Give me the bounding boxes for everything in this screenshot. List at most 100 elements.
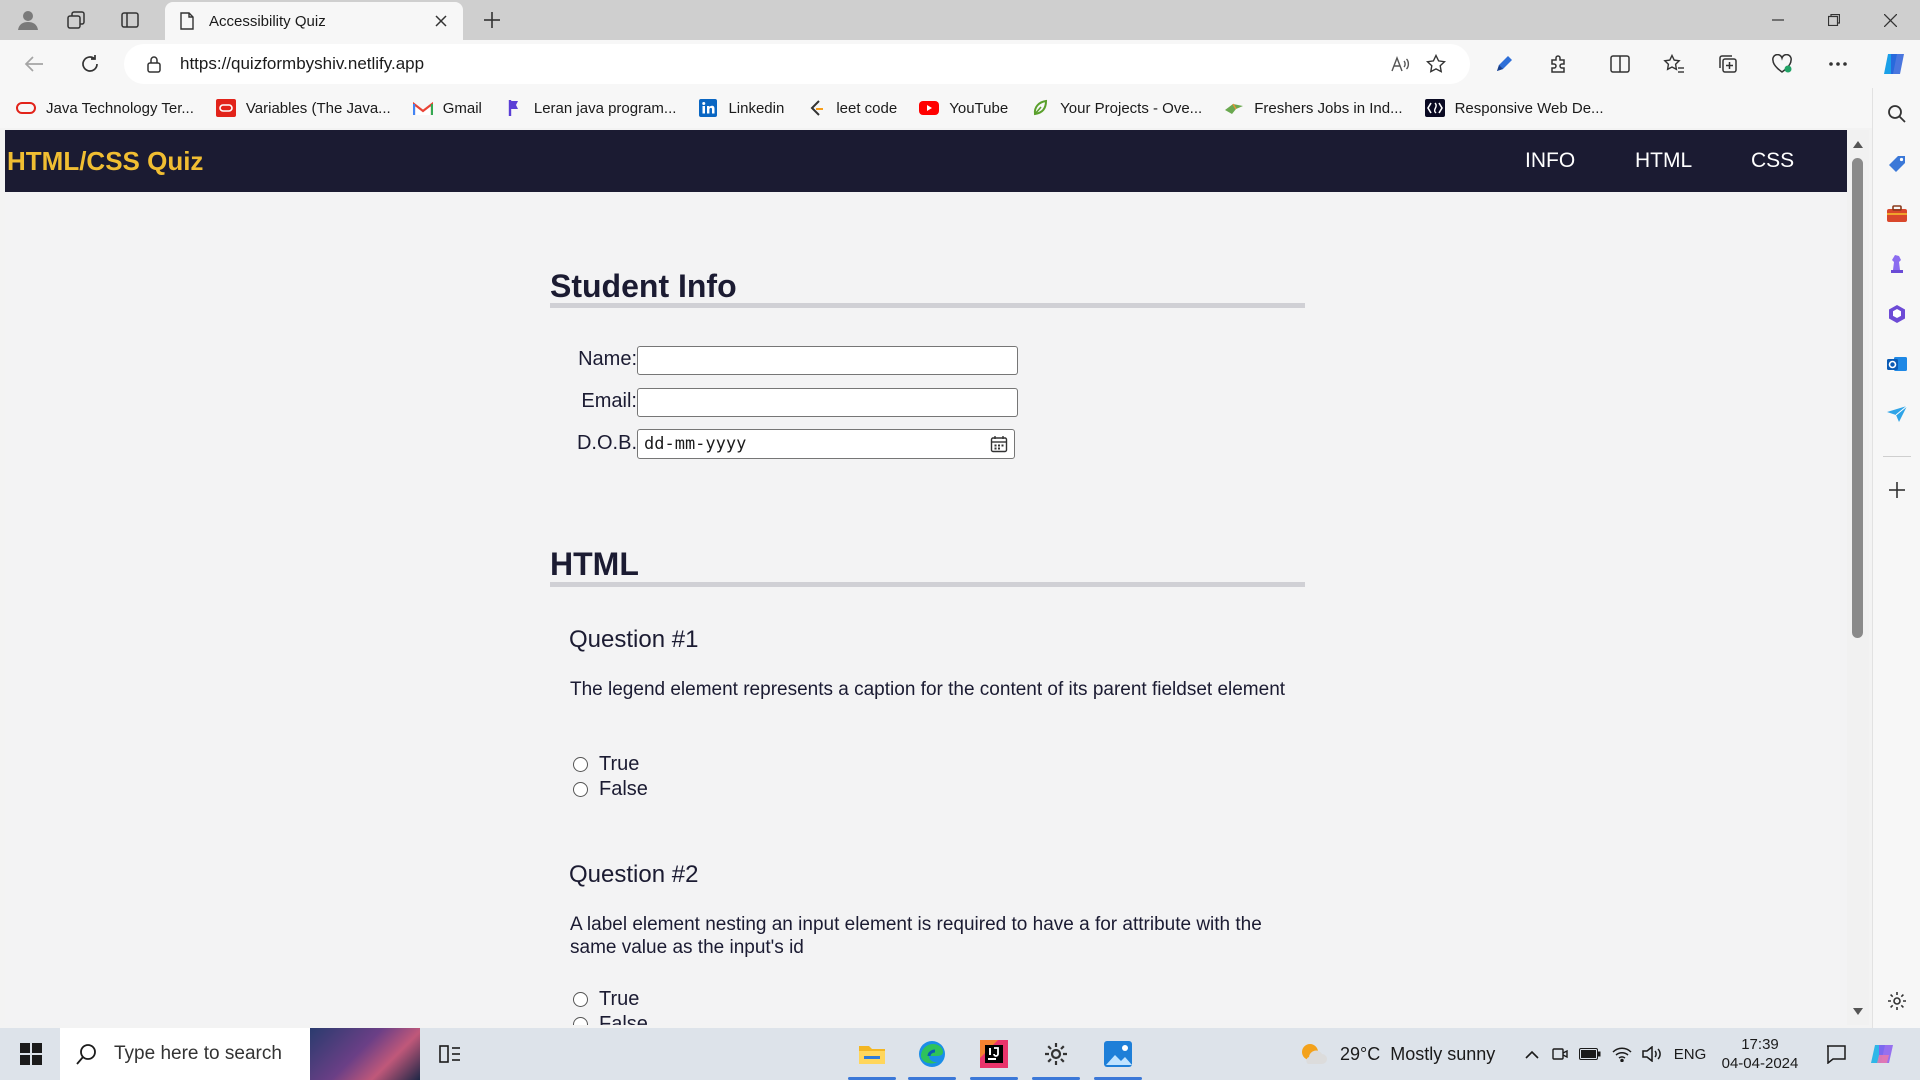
- minimize-icon[interactable]: [1750, 0, 1806, 40]
- radio-button[interactable]: [573, 992, 588, 1007]
- leaf-icon: [1030, 98, 1050, 118]
- browser-essentials-icon[interactable]: [1764, 48, 1800, 80]
- task-view-icon[interactable]: [428, 1028, 472, 1080]
- calendar-icon[interactable]: [990, 435, 1008, 453]
- nav-link-info[interactable]: INFO: [1525, 149, 1575, 173]
- copilot-taskbar-icon[interactable]: [1862, 1028, 1902, 1080]
- close-tab-icon[interactable]: [429, 9, 453, 33]
- q1-option-false[interactable]: False: [573, 778, 648, 801]
- photos-app-icon[interactable]: [1090, 1028, 1146, 1080]
- bookmark-label: Your Projects - Ove...: [1060, 99, 1203, 117]
- scroll-up-icon[interactable]: [1852, 138, 1864, 150]
- bird-icon: [1224, 98, 1244, 118]
- email-input[interactable]: [637, 388, 1018, 417]
- lock-icon[interactable]: [146, 55, 162, 73]
- bookmark-item[interactable]: Variables (The Java...: [215, 98, 391, 118]
- bookmark-label: Freshers Jobs in Ind...: [1254, 99, 1403, 117]
- refresh-icon[interactable]: [72, 48, 108, 80]
- bookmark-item[interactable]: Your Projects - Ove...: [1030, 98, 1202, 118]
- read-aloud-icon[interactable]: [1382, 48, 1418, 80]
- notifications-icon[interactable]: [1816, 1028, 1856, 1080]
- bookmark-label: Variables (The Java...: [245, 99, 391, 117]
- q2-option-false[interactable]: False: [573, 1013, 648, 1025]
- workspaces-icon[interactable]: [56, 4, 96, 36]
- q2-option-true[interactable]: True: [573, 988, 639, 1011]
- bookmark-item[interactable]: Java Technology Ter...: [16, 98, 194, 118]
- meet-now-icon[interactable]: [1548, 1028, 1572, 1080]
- pen-extension-icon[interactable]: [1486, 48, 1522, 80]
- copilot-icon[interactable]: [1876, 48, 1912, 80]
- windows-start-icon[interactable]: [10, 1028, 52, 1080]
- vertical-tabs-icon[interactable]: [110, 4, 150, 36]
- volume-icon[interactable]: [1638, 1028, 1666, 1080]
- split-screen-icon[interactable]: [1602, 48, 1638, 80]
- search-icon: [76, 1044, 96, 1065]
- scroll-down-icon[interactable]: [1852, 1005, 1864, 1017]
- clock[interactable]: 17:39 04-04-2024: [1710, 1028, 1810, 1080]
- gmail-icon: [412, 98, 433, 118]
- sun-cloud-icon: [1302, 1044, 1327, 1064]
- url-text[interactable]: https://quizformbyshiv.netlify.app: [180, 54, 1382, 74]
- email-label: Email:: [581, 390, 637, 412]
- settings-gear-icon[interactable]: [1028, 1028, 1084, 1080]
- more-options-icon[interactable]: [1820, 48, 1856, 80]
- favorites-icon[interactable]: [1656, 48, 1692, 80]
- radio-button[interactable]: [573, 757, 588, 772]
- language-indicator[interactable]: ENG: [1670, 1028, 1710, 1080]
- battery-icon[interactable]: [1576, 1028, 1604, 1080]
- bookmark-item[interactable]: Leran java program...: [504, 98, 676, 118]
- wifi-icon[interactable]: [1608, 1028, 1636, 1080]
- edge-browser-icon[interactable]: [904, 1028, 960, 1080]
- favorite-star-icon[interactable]: [1418, 48, 1454, 80]
- bookmark-label: Responsive Web De...: [1454, 99, 1604, 117]
- bookmark-item[interactable]: leet code: [806, 98, 897, 118]
- option-label: False: [599, 778, 648, 800]
- site-logo[interactable]: HTML/CSS Quiz: [7, 146, 203, 177]
- intellij-icon[interactable]: [966, 1028, 1022, 1080]
- sidebar-settings-icon[interactable]: [1881, 985, 1913, 1017]
- dob-date-input[interactable]: dd-mm-yyyy: [637, 429, 1015, 459]
- sidebar-search-icon[interactable]: [1881, 98, 1913, 130]
- shopping-tag-icon[interactable]: [1881, 148, 1913, 180]
- edge-sidebar: [1872, 88, 1920, 1028]
- address-bar[interactable]: https://quizformbyshiv.netlify.app: [124, 44, 1470, 84]
- radio-button[interactable]: [573, 1017, 588, 1025]
- close-window-icon[interactable]: [1862, 0, 1918, 40]
- dob-placeholder: dd-mm-yyyy: [644, 434, 747, 454]
- drop-send-icon[interactable]: [1881, 398, 1913, 430]
- tab-strip: Accessibility Quiz: [0, 0, 1920, 40]
- nav-link-css[interactable]: CSS: [1751, 149, 1794, 173]
- clock-date: 04-04-2024: [1721, 1055, 1799, 1072]
- radio-button[interactable]: [573, 782, 588, 797]
- scrollbar-thumb[interactable]: [1852, 158, 1863, 638]
- file-explorer-icon[interactable]: [844, 1028, 900, 1080]
- outlook-icon[interactable]: [1881, 348, 1913, 380]
- q1-option-true[interactable]: True: [573, 753, 639, 776]
- language-text: ENG: [1673, 1045, 1707, 1063]
- bookmark-item[interactable]: Gmail: [412, 98, 482, 118]
- bookmark-item[interactable]: YouTube: [919, 98, 1008, 118]
- bookmark-item[interactable]: Responsive Web De...: [1424, 98, 1604, 118]
- weather-widget[interactable]: 29°C Mostly sunny: [1300, 1028, 1500, 1080]
- bookmark-item[interactable]: Freshers Jobs in Ind...: [1224, 98, 1403, 118]
- games-chess-icon[interactable]: [1881, 248, 1913, 280]
- name-input[interactable]: [637, 346, 1018, 375]
- nav-link-html[interactable]: HTML: [1635, 149, 1692, 173]
- bookmarks-bar: Java Technology Ter... Variables (The Ja…: [0, 88, 1872, 128]
- new-tab-button[interactable]: [476, 4, 508, 36]
- chevron-up-icon[interactable]: [1520, 1028, 1544, 1080]
- section-divider: [550, 582, 1305, 587]
- section-divider: [550, 303, 1305, 308]
- add-sidebar-app-icon[interactable]: [1881, 474, 1913, 506]
- bookmark-item[interactable]: Linkedin: [698, 98, 784, 118]
- extensions-icon[interactable]: [1540, 48, 1576, 80]
- collections-icon[interactable]: [1710, 48, 1746, 80]
- microsoft-365-icon[interactable]: [1881, 298, 1913, 330]
- profile-icon[interactable]: [8, 4, 48, 36]
- page-scrollbar[interactable]: [1847, 130, 1869, 1025]
- tools-briefcase-icon[interactable]: [1881, 198, 1913, 230]
- taskbar-search-box[interactable]: Type here to search: [60, 1028, 420, 1080]
- back-icon[interactable]: [16, 48, 52, 80]
- active-tab[interactable]: Accessibility Quiz: [165, 2, 463, 40]
- restore-icon[interactable]: [1806, 0, 1862, 40]
